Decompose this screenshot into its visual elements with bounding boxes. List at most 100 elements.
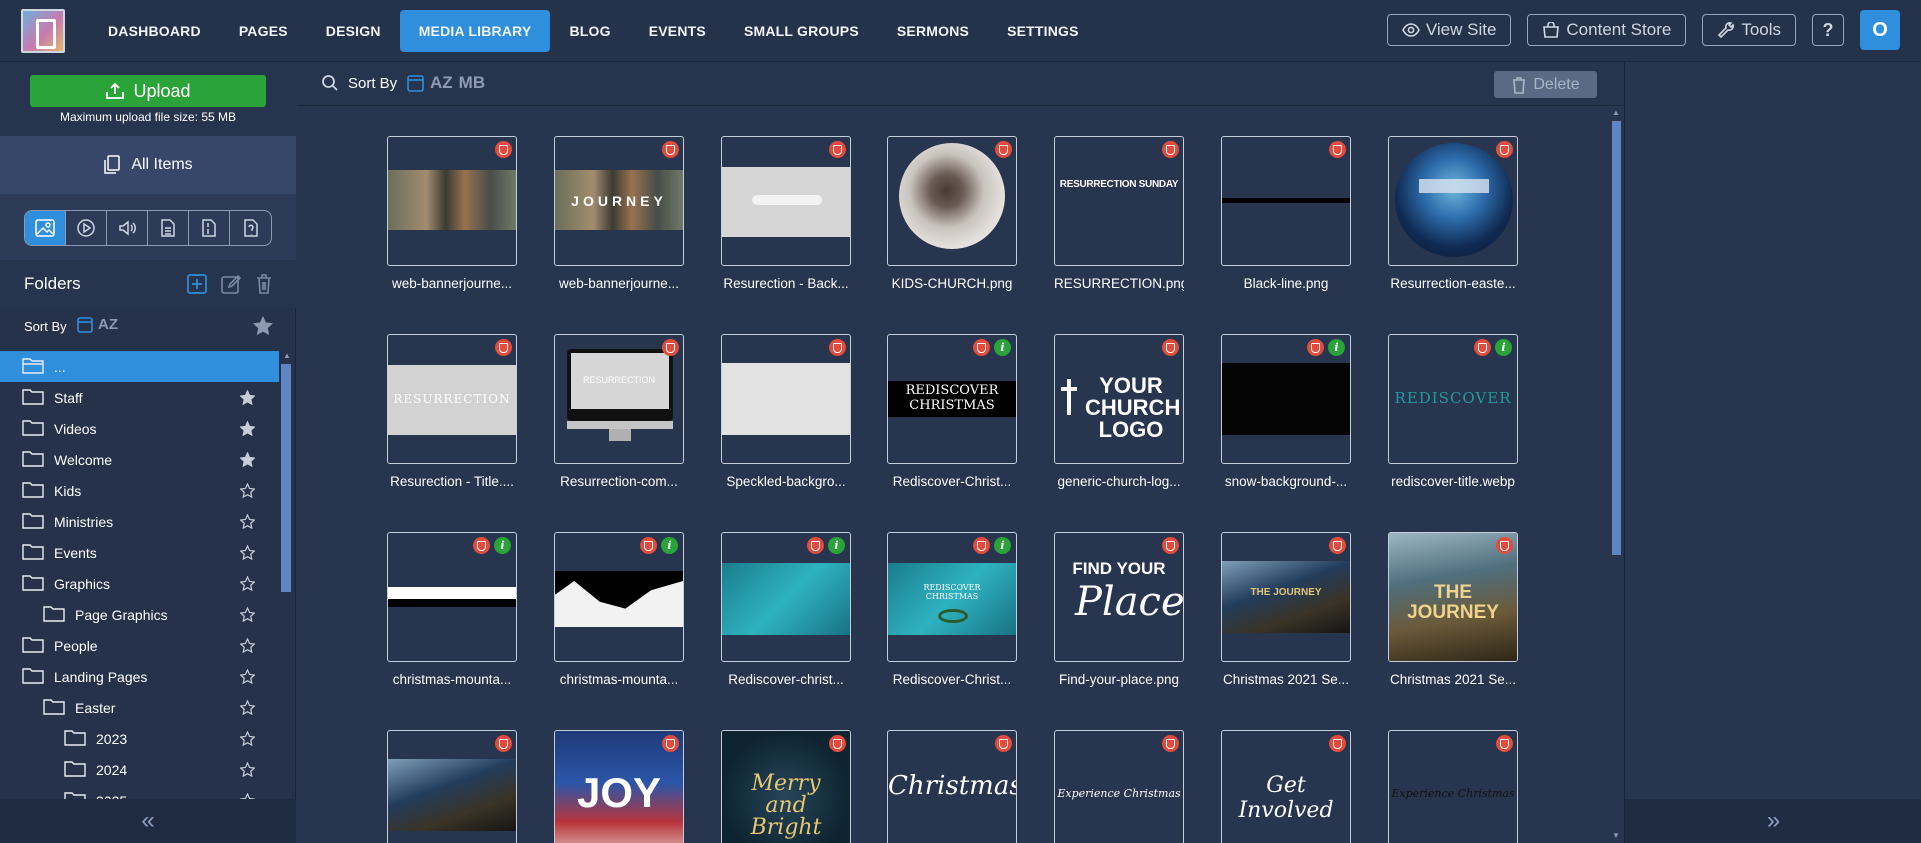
folder-item[interactable]: 2023 — [0, 723, 279, 754]
nav-design[interactable]: DESIGN — [307, 10, 400, 52]
media-item[interactable]: RESURRECTION — [387, 334, 517, 464]
nav-pages[interactable]: PAGES — [220, 10, 307, 52]
media-item[interactable]: JOY — [554, 730, 684, 843]
info-icon[interactable]: i — [1328, 339, 1345, 356]
favorite-star-icon[interactable] — [239, 575, 256, 594]
info-icon[interactable]: i — [994, 339, 1011, 356]
filter-audio[interactable] — [107, 211, 148, 245]
media-item[interactable]: YOUR CHURCH LOGO — [1054, 334, 1184, 464]
info-icon[interactable]: i — [1495, 339, 1512, 356]
folder-item[interactable]: Kids — [0, 475, 279, 506]
media-item[interactable] — [387, 136, 517, 266]
grid-scroll-thumb[interactable] — [1612, 121, 1621, 555]
media-item[interactable]: Experience Christmas — [1054, 730, 1184, 843]
filter-other[interactable] — [230, 211, 271, 245]
media-item[interactable]: REDISCOVER i — [1388, 334, 1518, 464]
favorites-star-icon[interactable] — [252, 315, 274, 341]
nav-blog[interactable]: BLOG — [550, 10, 629, 52]
favorite-star-icon[interactable] — [239, 420, 256, 439]
folder-item[interactable]: Page Graphics — [0, 599, 279, 630]
folder-tree-scrollbar[interactable]: ▲ ▼ — [280, 351, 292, 843]
media-item[interactable]: i — [721, 532, 851, 662]
media-grid-scrollbar[interactable]: ▲ ▼ — [1607, 106, 1624, 843]
help-button[interactable]: ? — [1812, 14, 1844, 46]
media-item[interactable] — [721, 334, 851, 464]
folder-sort-az[interactable]: AZ — [77, 315, 118, 333]
media-item[interactable] — [721, 136, 851, 266]
info-icon[interactable]: i — [994, 537, 1011, 554]
favorite-star-icon[interactable] — [239, 668, 256, 687]
content-store-button[interactable]: Content Store — [1527, 14, 1687, 46]
tools-button[interactable]: Tools — [1702, 14, 1796, 46]
folder-item[interactable]: People — [0, 630, 279, 661]
filter-videos[interactable] — [66, 211, 107, 245]
media-item[interactable]: FIND YOUR Place — [1054, 532, 1184, 662]
folder-item[interactable]: Videos — [0, 413, 279, 444]
favorite-star-icon[interactable] — [239, 389, 256, 408]
expand-panel-button[interactable]: » — [1625, 799, 1921, 843]
folder-item[interactable]: Easter — [0, 692, 279, 723]
favorite-star-icon[interactable] — [239, 513, 256, 532]
edit-folder-icon[interactable] — [220, 273, 242, 300]
media-item[interactable]: RESURRECTION SUNDAY — [1054, 136, 1184, 266]
folder-item[interactable]: 2024 — [0, 754, 279, 785]
info-icon[interactable]: i — [828, 537, 845, 554]
delete-folder-icon[interactable] — [254, 273, 274, 300]
filter-images[interactable] — [25, 211, 66, 245]
nav-media-library[interactable]: MEDIA LIBRARY — [399, 10, 551, 52]
media-item[interactable]: REDISCOVER CHRISTMAS i — [887, 334, 1017, 464]
view-site-button[interactable]: View Site — [1386, 14, 1512, 46]
media-sort-options[interactable]: AZ MB — [407, 73, 485, 93]
site-logo[interactable] — [21, 9, 65, 53]
media-item[interactable]: Experience Christmas — [1388, 730, 1518, 843]
nav-dashboard[interactable]: DASHBOARD — [89, 10, 220, 52]
info-icon[interactable]: i — [494, 537, 511, 554]
nav-settings[interactable]: SETTINGS — [988, 10, 1098, 52]
media-item[interactable]: THE JOURNEY — [1221, 532, 1351, 662]
favorite-star-icon[interactable] — [239, 699, 256, 718]
favorite-star-icon[interactable] — [239, 637, 256, 656]
media-item[interactable] — [387, 730, 517, 843]
favorite-star-icon[interactable] — [239, 482, 256, 501]
media-item[interactable]: Christmas — [887, 730, 1017, 843]
media-item[interactable]: THE JOURNEY — [1388, 532, 1518, 662]
scroll-up-arrow[interactable]: ▲ — [283, 351, 291, 360]
favorite-star-icon[interactable] — [239, 544, 256, 563]
media-item[interactable]: i — [554, 532, 684, 662]
folder-item[interactable]: Welcome — [0, 444, 279, 475]
delete-button[interactable]: Delete — [1494, 71, 1597, 98]
user-avatar[interactable]: O — [1860, 10, 1900, 50]
search-icon[interactable] — [321, 74, 339, 97]
media-item[interactable]: RESURRECTION — [554, 334, 684, 464]
collapse-sidebar-button[interactable]: « — [0, 799, 296, 843]
grid-scroll-down[interactable]: ▼ — [1612, 831, 1620, 840]
filter-files[interactable] — [189, 211, 230, 245]
upload-button[interactable]: Upload — [30, 75, 266, 107]
folder-item[interactable]: Graphics — [0, 568, 279, 599]
all-items-button[interactable]: All Items — [0, 136, 296, 194]
media-item[interactable]: i — [387, 532, 517, 662]
sort-az[interactable]: AZ — [430, 73, 453, 93]
folder-item[interactable]: Landing Pages — [0, 661, 279, 692]
folder-item[interactable]: ... — [0, 351, 279, 382]
nav-small-groups[interactable]: SMALL GROUPS — [725, 10, 878, 52]
grid-scroll-up[interactable]: ▲ — [1612, 108, 1620, 117]
filter-documents[interactable] — [148, 211, 189, 245]
add-folder-icon[interactable] — [186, 273, 208, 300]
media-item[interactable]: JOURNEY — [554, 136, 684, 266]
media-item[interactable] — [1221, 136, 1351, 266]
favorite-star-icon[interactable] — [239, 730, 256, 749]
folder-item[interactable]: Events — [0, 537, 279, 568]
media-item[interactable]: REDISCOVER CHRISTMAS i — [887, 532, 1017, 662]
sort-mb[interactable]: MB — [459, 73, 485, 93]
media-item[interactable]: Merry and Bright — [721, 730, 851, 843]
nav-events[interactable]: EVENTS — [630, 10, 725, 52]
folder-item[interactable]: 2025 — [0, 785, 279, 799]
media-item[interactable]: i — [1221, 334, 1351, 464]
folder-scroll-thumb[interactable] — [281, 364, 291, 592]
info-icon[interactable]: i — [661, 537, 678, 554]
favorite-star-icon[interactable] — [239, 451, 256, 470]
folder-item[interactable]: Ministries — [0, 506, 279, 537]
folder-item[interactable]: Staff — [0, 382, 279, 413]
media-item[interactable]: Get Involved — [1221, 730, 1351, 843]
